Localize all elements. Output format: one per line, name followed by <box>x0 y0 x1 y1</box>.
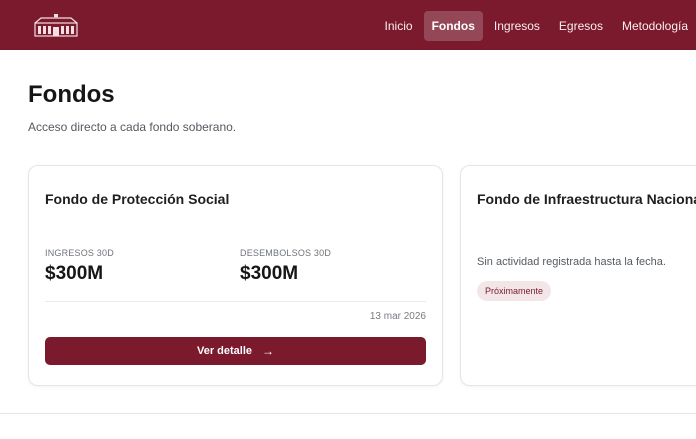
nav-item-inicio[interactable]: Inicio <box>377 11 421 41</box>
view-detail-label: Ver detalle <box>196 345 253 357</box>
top-navbar: Inicio Fondos Ingresos Egresos Metodolog… <box>0 0 696 50</box>
card-divider <box>45 301 426 302</box>
income-30d-value: $300M <box>45 263 104 284</box>
fund-card-proteccion-social: Fondo de Protección Social INGRESOS 30D … <box>28 165 443 386</box>
income-30d-label: INGRESOS 30D <box>45 248 114 258</box>
nav-item-egresos[interactable]: Egresos <box>551 11 611 41</box>
no-activity-text: Sin actividad registrada hasta la fecha. <box>477 256 666 268</box>
nav-item-fondos[interactable]: Fondos <box>423 10 483 41</box>
nav-item-metodologia[interactable]: Metodología <box>614 11 696 41</box>
coming-soon-badge: Próximamente <box>477 281 552 301</box>
disbursements-30d-label: DESEMBOLSOS 30D <box>240 248 332 258</box>
nav-item-ingresos[interactable]: Ingresos <box>486 11 548 41</box>
view-detail-button[interactable]: Ver detalle → <box>45 337 426 365</box>
disbursements-30d-value: $300M <box>240 263 299 284</box>
fund-title: Fondo de Protección Social <box>45 191 230 207</box>
footer-divider <box>0 413 696 414</box>
fund-card-infraestructura-nacional: Fondo de Infraestructura Nacional Sin ac… <box>460 165 696 386</box>
last-update-date: 13 mar 2026 <box>369 311 426 322</box>
building-logo-icon[interactable] <box>33 14 79 38</box>
main-nav: Inicio Fondos Ingresos Egresos Metodolog… <box>374 10 696 41</box>
arrow-right-icon: → <box>262 344 275 358</box>
fund-title: Fondo de Infraestructura Nacional <box>477 191 696 207</box>
page-subtitle: Acceso directo a cada fondo soberano. <box>28 120 237 134</box>
page-title: Fondos <box>28 81 115 108</box>
